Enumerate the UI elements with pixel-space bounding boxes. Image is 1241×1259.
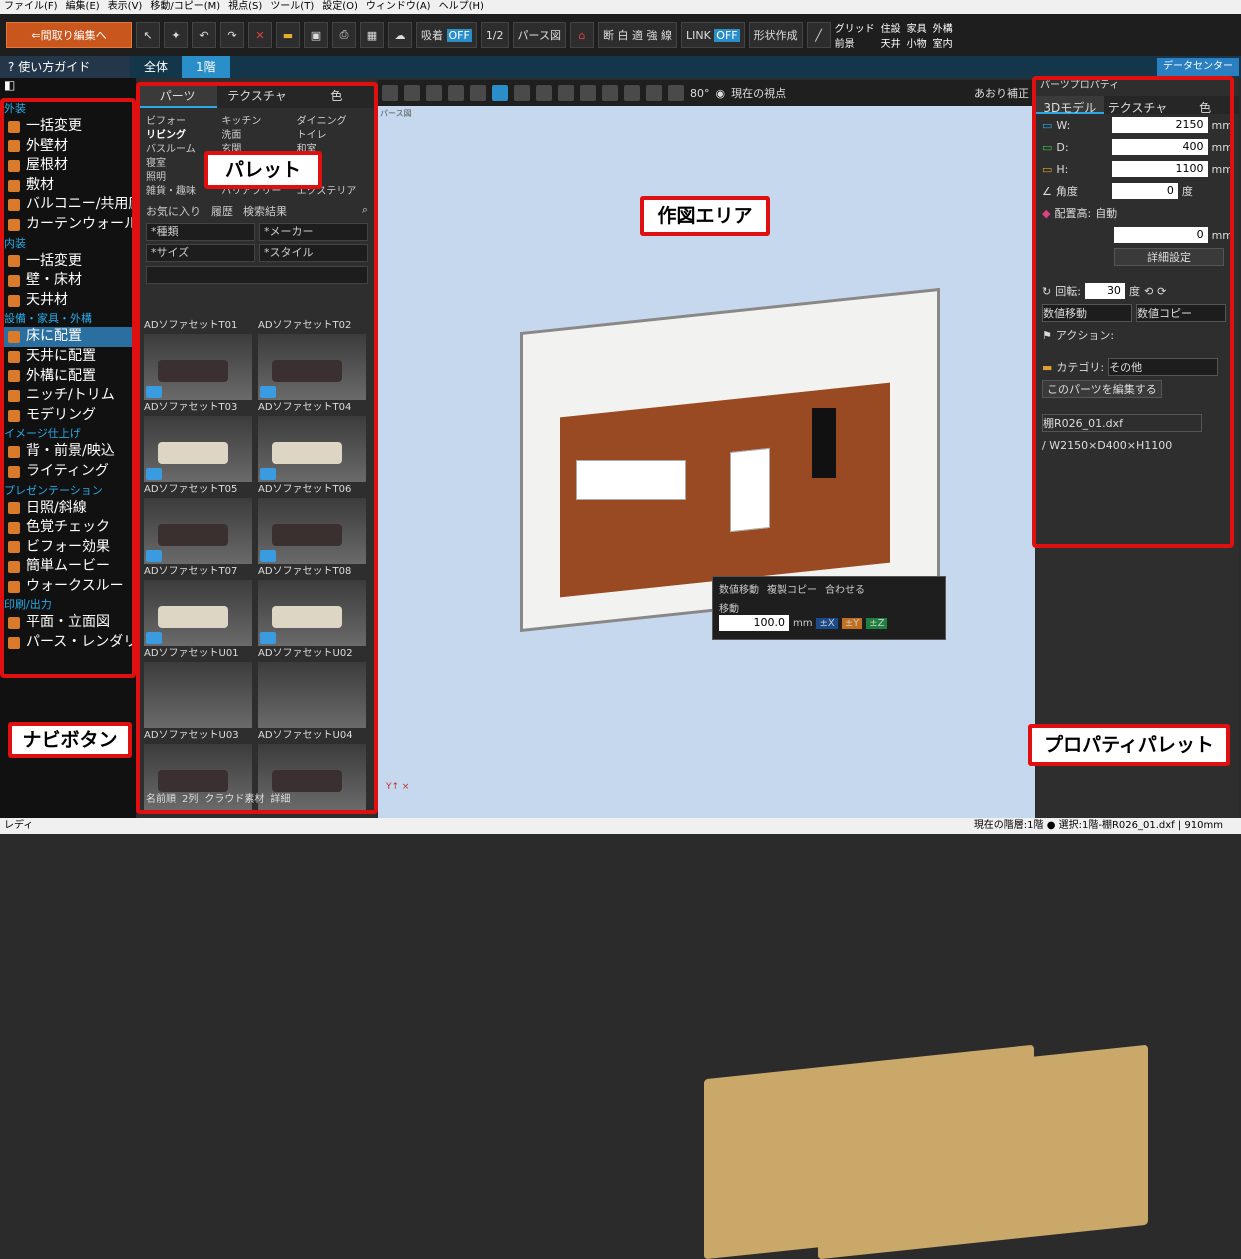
zoom-in-icon[interactable]: [558, 85, 574, 101]
status-right: 現在の階層:1階 ● 選択:1階-棚R026_01.dxf | 910mm: [973, 820, 1223, 831]
link-toggle[interactable]: LINK OFF: [680, 22, 745, 48]
palette-highlight: [136, 82, 378, 814]
datacenter-button[interactable]: データセンター: [1157, 58, 1239, 76]
area-tag: パース図: [380, 109, 412, 118]
section-tools[interactable]: 断 白 適 強 線: [597, 22, 677, 48]
axis-indicator: Y↑ ×: [386, 782, 410, 792]
move-z-icon[interactable]: ±Z: [866, 617, 888, 629]
shape-create-button[interactable]: 形状作成: [748, 22, 803, 48]
redo-icon[interactable]: ↷: [220, 22, 244, 48]
status-bar: レディ 現在の階層:1階 ● 選択:1階-棚R026_01.dxf | 910m…: [0, 818, 1241, 834]
orbit-icon[interactable]: [646, 85, 662, 101]
help-icon: ?: [8, 60, 15, 74]
props-highlight: [1032, 76, 1234, 548]
tab-all[interactable]: 全体: [130, 56, 182, 78]
display-checkbox[interactable]: 小物: [907, 35, 927, 50]
props-callout: プロパティパレット: [1028, 724, 1230, 766]
display-checkbox[interactable]: 室内: [933, 35, 953, 50]
walk-icon[interactable]: [624, 85, 640, 101]
pointer-icon[interactable]: [492, 85, 508, 101]
back-to-floorplan-button[interactable]: ⇐ 間取り編集へ: [6, 22, 132, 48]
box-icon[interactable]: [470, 85, 486, 101]
move-panel: 数値移動 複製コピー 合わせる 移動 100.0 mm ±X ±Y ±Z: [712, 576, 946, 640]
zoom-out-icon[interactable]: [580, 85, 596, 101]
menu-item[interactable]: 表示(V): [108, 0, 143, 14]
status-left: レディ: [4, 820, 34, 831]
main-toolbar: ⇐ 間取り編集へ ↖ ✦ ↶ ↷ ✕ ▬ ▣ ⎙ ▦ ☁ 吸着 OFF 1/2 …: [0, 14, 1241, 56]
display-checkbox[interactable]: 住設: [881, 20, 901, 35]
paint-icon[interactable]: [448, 85, 464, 101]
collapse-icon[interactable]: ◧: [0, 78, 136, 100]
move-value[interactable]: 100.0: [719, 615, 789, 631]
menu-item[interactable]: ウィンドウ(A): [366, 0, 431, 14]
menu-item[interactable]: 移動/コピー(M): [150, 0, 220, 14]
save-icon[interactable]: ▣: [304, 22, 328, 48]
display-checkbox[interactable]: 前景: [835, 35, 875, 50]
move-unit: mm: [793, 617, 813, 629]
camera-down-icon[interactable]: [404, 85, 420, 101]
open-folder-icon[interactable]: ▬: [276, 22, 300, 48]
move-radio[interactable]: 数値移動: [719, 581, 759, 596]
display-checkbox[interactable]: グリッド: [835, 20, 875, 35]
copy-radio[interactable]: 複製コピー: [767, 581, 817, 596]
pan-icon[interactable]: [602, 85, 618, 101]
display-checkbox[interactable]: 天井: [881, 35, 901, 50]
tab-floor1[interactable]: 1階: [182, 56, 230, 78]
menu-item[interactable]: ヘルプ(H): [439, 0, 484, 14]
select-tool-icon[interactable]: ↖: [136, 22, 160, 48]
undo-icon[interactable]: ↶: [192, 22, 216, 48]
view-angle[interactable]: 80°: [690, 87, 710, 100]
snap-toggle[interactable]: 吸着 OFF: [416, 22, 477, 48]
eye-icon[interactable]: [668, 85, 684, 101]
nav-highlight: [0, 98, 136, 678]
move-x-icon[interactable]: ±X: [816, 617, 838, 629]
ruler-icon[interactable]: ╱: [806, 22, 831, 48]
menu-item[interactable]: ツール(T): [270, 0, 314, 14]
fit-icon[interactable]: [514, 85, 530, 101]
camera-up-icon[interactable]: [382, 85, 398, 101]
light-icon[interactable]: [426, 85, 442, 101]
nav-callout: ナビボタン: [8, 722, 132, 758]
guide-button[interactable]: ? 使い方ガイド: [0, 56, 130, 78]
tilt-checkbox[interactable]: あおり補正: [974, 85, 1029, 101]
menu-item[interactable]: ファイル(F): [4, 0, 58, 14]
camera-icon[interactable]: ◉: [716, 87, 726, 100]
pdf-icon[interactable]: ▦: [360, 22, 384, 48]
display-checkbox[interactable]: 外構: [933, 20, 953, 35]
floor-tabbar: ? 使い方ガイド 全体 1階: [0, 56, 1241, 78]
tv-model[interactable]: [812, 408, 836, 478]
current-view[interactable]: 現在の視点: [731, 85, 786, 101]
table-model[interactable]: [730, 447, 770, 533]
display-checkboxes: グリッド 住設 家具 外構前景 天井 小物 室内: [835, 20, 953, 50]
house-icon[interactable]: ⌂: [569, 22, 594, 48]
kitchen-island[interactable]: [576, 460, 686, 500]
scale-select[interactable]: 1/2: [480, 22, 509, 48]
menu-item[interactable]: 編集(E): [66, 0, 100, 14]
view-toolbar: 80° ◉ 現在の視点 あおり補正: [378, 80, 1035, 106]
display-checkbox[interactable]: 家具: [907, 20, 927, 35]
move-label: 移動: [719, 604, 739, 615]
draw-callout: 作図エリア: [640, 196, 770, 236]
palette-callout: パレット: [204, 151, 322, 189]
cloud-sync-icon[interactable]: ☁: [388, 22, 412, 48]
rotate-tool-icon[interactable]: ✦: [164, 22, 188, 48]
sofa-shape: [818, 1044, 1148, 1259]
menu-item[interactable]: 視点(S): [228, 0, 262, 14]
move-y-icon[interactable]: ±Y: [841, 617, 863, 629]
back-arrow-icon: ⇐: [31, 28, 41, 42]
menu-item[interactable]: 設定(O): [322, 0, 358, 14]
delete-icon[interactable]: ✕: [248, 22, 272, 48]
align-radio[interactable]: 合わせる: [825, 581, 865, 596]
zoom-area-icon[interactable]: [536, 85, 552, 101]
view-mode-select[interactable]: パース図: [512, 22, 566, 48]
print-icon[interactable]: ⎙: [332, 22, 356, 48]
menu-bar: ファイル(F) 編集(E) 表示(V) 移動/コピー(M) 視点(S) ツール(T) 設定(…: [0, 0, 1241, 14]
